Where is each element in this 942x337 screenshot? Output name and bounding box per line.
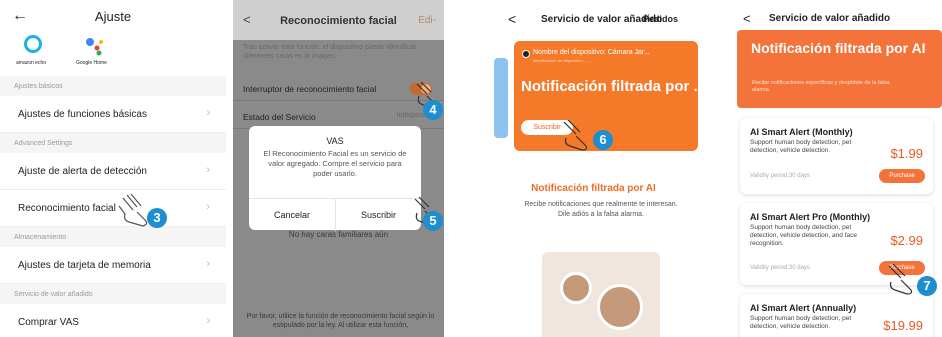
step-badge-5: 5: [423, 211, 443, 231]
step-badge-3: 3: [147, 208, 167, 228]
face-thumbnail-icon: [597, 284, 643, 330]
plan-name: AI Smart Alert (Monthly): [750, 127, 853, 137]
step-badge-7: 7: [917, 276, 937, 296]
banner-subtitle: Recibe notificaciones específicas y desp…: [752, 80, 890, 93]
dialog-buttons: Cancelar Suscribir: [249, 198, 421, 231]
no-faces-text: No hay caras familiares aún: [288, 230, 389, 239]
settings-panel: ← Ajuste amazon echo Google Home Ajustes…: [0, 0, 226, 337]
status-label: Estado del Servicio: [243, 112, 316, 122]
purchase-button[interactable]: Purchase: [879, 169, 925, 183]
section-storage: Almacenamiento: [0, 227, 226, 247]
card-title: Notificación filtrada por ...: [521, 78, 698, 95]
feature-description: Recibe notificaciones que realmente te i…: [524, 201, 678, 218]
face-recognition-illustration: [542, 252, 660, 337]
cancel-button[interactable]: Cancelar: [249, 210, 335, 220]
camera-icon: [522, 50, 530, 58]
plan-desc: Support human body detection, pet detect…: [750, 139, 852, 154]
face-recognition-header: < Reconocimiento facial Edi-: [233, 0, 444, 40]
plan-validity: Validity period:30 days: [750, 173, 810, 179]
alexa-label: amazon echo: [16, 60, 47, 66]
row-basic-functions[interactable]: Ajustes de funciones básicas ›: [0, 96, 226, 133]
orders-link[interactable]: Pedidos: [643, 14, 678, 24]
google-assistant-logo-icon[interactable]: [85, 36, 105, 56]
plan-price: $2.99: [890, 233, 923, 248]
section-advanced: Advanced Settings: [0, 133, 226, 153]
chevron-right-icon: ›: [206, 164, 210, 176]
row-memory-card[interactable]: Ajustes de tarjeta de memoria ›: [0, 247, 226, 284]
page-title: Servicio de valor añadido: [769, 13, 891, 24]
toggle-label: Interruptor de reconocimiento facial: [243, 84, 377, 94]
plan-name: AI Smart Alert (Annually): [750, 303, 857, 313]
device-id: Identificación del dispositivo: .......: [533, 58, 593, 63]
chevron-left-icon[interactable]: <: [743, 11, 751, 26]
row-buy-vas[interactable]: Comprar VAS ›: [0, 304, 226, 337]
banner-title: Notificación filtrada por AI: [751, 40, 926, 56]
carousel-prev-card[interactable]: [494, 58, 508, 138]
plan-validity: Validity period:30 days: [750, 265, 810, 271]
feature-note: Tras activar esta función, el dispositiv…: [243, 44, 417, 60]
plan-card: AI Smart Alert (Monthly) Support human b…: [740, 118, 933, 194]
subscribe-button[interactable]: Suscribir: [336, 210, 421, 220]
plan-price: $19.99: [883, 318, 923, 333]
legal-footer: Por favor, utilice la función de reconoc…: [246, 313, 435, 329]
face-thumbnail-icon: [560, 272, 592, 304]
device-name: Nombre del dispositivo: Cámara Jar...: [533, 49, 650, 56]
chevron-right-icon: ›: [206, 315, 210, 327]
page-title: Ajuste: [94, 9, 132, 24]
vas-panel: < Servicio de valor añadido Pedidos Nomb…: [486, 0, 701, 337]
vas-header: < Servicio de valor añadido Pedidos: [486, 0, 701, 40]
plans-banner: Notificación filtrada por AI Recibe noti…: [737, 30, 942, 108]
voice-assistant-logos: amazon echo Google Home: [0, 32, 226, 76]
row-face-recognition[interactable]: Reconocimiento facial ›: [0, 190, 226, 227]
plan-card: AI Smart Alert (Annually) Support human …: [740, 294, 933, 337]
plan-desc: Support human body detection, pet detect…: [750, 224, 857, 247]
alexa-logo-icon[interactable]: [24, 35, 42, 53]
face-recognition-panel: < Reconocimiento facial Edi- Tras activa…: [233, 0, 444, 337]
tap-hand-icon: [563, 119, 588, 151]
chevron-right-icon: ›: [206, 107, 210, 119]
chevron-left-icon[interactable]: <: [508, 11, 516, 27]
row-label: Ajuste de alerta de detección: [18, 166, 147, 177]
row-label: Ajustes de funciones básicas: [18, 109, 147, 120]
row-label: Comprar VAS: [18, 317, 79, 328]
page-title: Reconocimiento facial: [280, 15, 397, 27]
step-badge-4: 4: [423, 100, 443, 120]
row-detection-alert[interactable]: Ajuste de alerta de detección ›: [0, 153, 226, 190]
chevron-right-icon: ›: [206, 258, 210, 270]
step-badge-6: 6: [593, 130, 613, 150]
plan-desc: Support human body detection, pet detect…: [750, 315, 852, 330]
vas-dialog: VAS El Reconocimiento Facial es un servi…: [249, 126, 421, 231]
google-home-label: Google Home: [76, 60, 107, 66]
edit-button[interactable]: Edi-: [418, 15, 436, 26]
section-basic: Ajustes básicos: [0, 76, 226, 96]
settings-header: ← Ajuste: [0, 0, 226, 32]
dialog-message: El Reconocimiento Facial es un servicio …: [263, 149, 407, 178]
section-vas: Servicio de valor añadido: [0, 284, 226, 304]
plan-price: $1.99: [890, 146, 923, 161]
chevron-right-icon: ›: [206, 201, 210, 213]
row-label: Ajustes de tarjeta de memoria: [18, 260, 151, 271]
vas-plans-panel: < Servicio de valor añadido Notificación…: [733, 0, 942, 337]
row-label: Reconocimiento facial: [18, 203, 116, 214]
dialog-title: VAS: [326, 136, 344, 146]
plan-name: AI Smart Alert Pro (Monthly): [750, 212, 871, 222]
feature-heading: Notificación filtrada por AI: [531, 183, 656, 194]
